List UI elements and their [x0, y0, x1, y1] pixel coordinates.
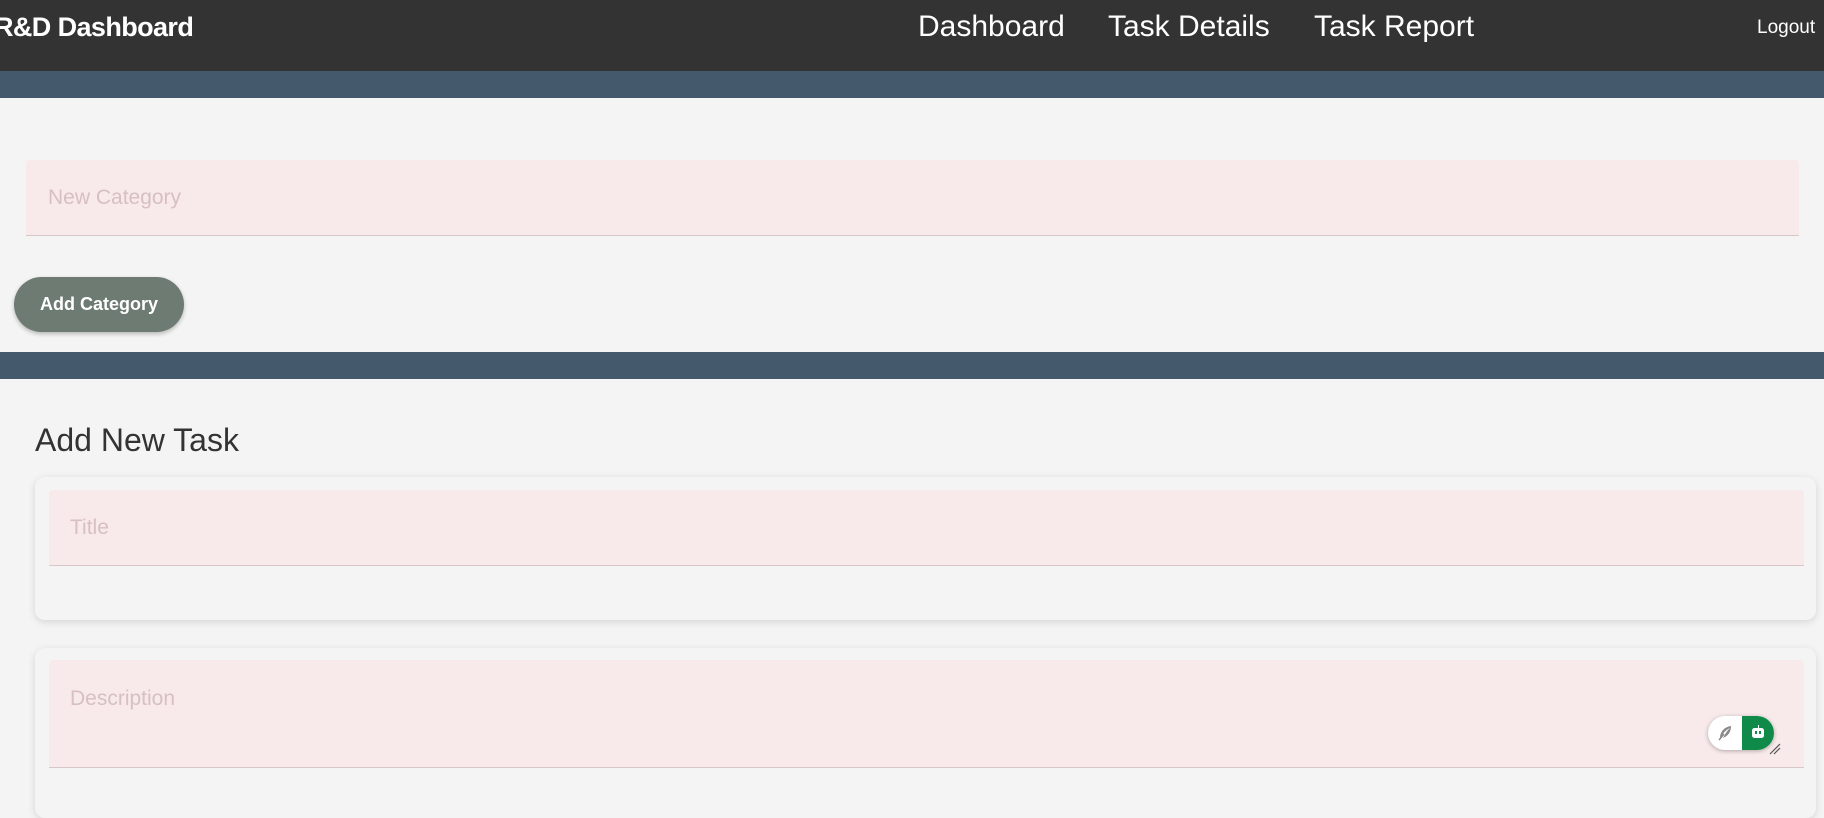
- section-divider: [0, 352, 1824, 379]
- writing-assistant-widget[interactable]: [1708, 716, 1774, 750]
- logout-button[interactable]: Logout: [1757, 17, 1815, 39]
- add-task-heading: Add New Task: [35, 422, 239, 458]
- new-category-input[interactable]: [26, 160, 1799, 235]
- nav-link-dashboard[interactable]: Dashboard: [918, 10, 1065, 44]
- task-title-field[interactable]: [49, 490, 1804, 566]
- add-category-button[interactable]: Add Category: [14, 277, 184, 332]
- nav-link-task-details[interactable]: Task Details: [1108, 10, 1270, 44]
- new-category-field[interactable]: [26, 160, 1799, 236]
- feather-icon[interactable]: [1708, 716, 1742, 750]
- nav-link-task-report[interactable]: Task Report: [1314, 10, 1474, 44]
- section-divider: [0, 71, 1824, 98]
- brand-title[interactable]: R&D Dashboard: [0, 12, 194, 43]
- top-navbar: R&D Dashboard Dashboard Task Details Tas…: [0, 0, 1824, 71]
- task-title-input[interactable]: [49, 490, 1804, 565]
- resize-handle-icon[interactable]: [1768, 742, 1782, 756]
- task-description-input[interactable]: [49, 660, 1804, 767]
- task-description-field[interactable]: [49, 660, 1804, 768]
